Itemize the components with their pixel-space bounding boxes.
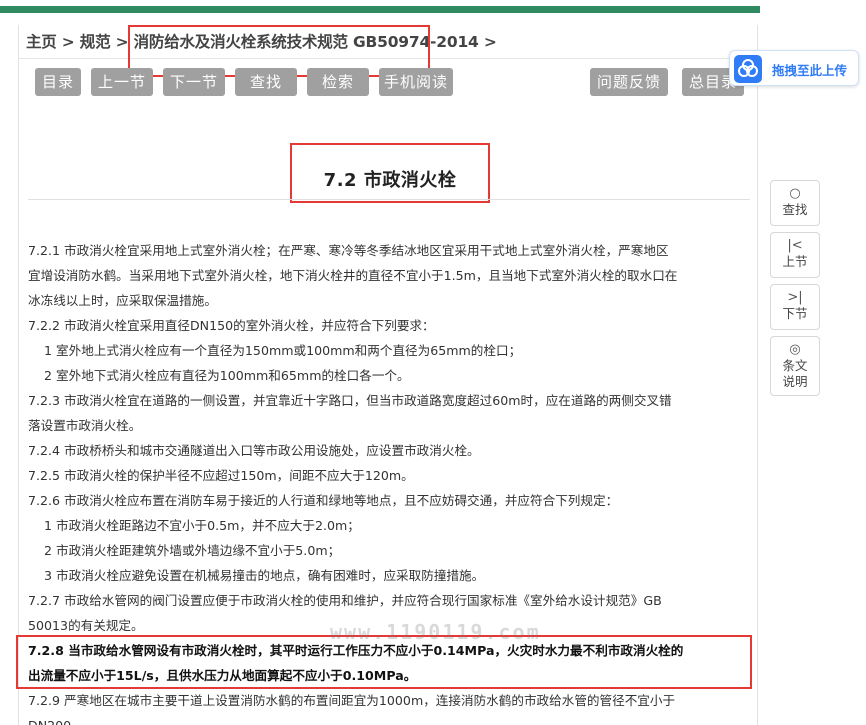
clause-line: 3 市政消火栓应避免设置在机械易撞击的地点，确有困难时，应采取防撞措施。	[44, 568, 485, 583]
clause-line: 1 市政消火栓距路边不宜小于0.5m，并不应大于2.0m；	[44, 518, 360, 533]
clause-line: 7.2.2 市政消火栓宜采用直径DN150的室外消火栓，并应符合下列要求：	[28, 318, 435, 333]
skip-next-icon: >|	[787, 290, 803, 305]
cloud-upload-icon	[734, 55, 762, 83]
side-find-button[interactable]: ○ 查找	[770, 180, 820, 226]
side-prev-button[interactable]: |< 上节	[770, 232, 820, 278]
search-icon: ○	[789, 186, 801, 201]
clause-line: 7.2.7 市政给水管网的阀门设置应便于市政消火栓的使用和维护，并应符合现行国家…	[28, 593, 662, 608]
clause-line: 7.2.6 市政消火栓应布置在消防车易于接近的人行道和绿地等地点，且不应妨碍交通…	[28, 493, 619, 508]
clause-line: 7.2.9 严寒地区在城市主要干道上设置消防水鹤的布置间距宜为1000m，连接消…	[28, 693, 676, 708]
skip-prev-icon: |<	[787, 238, 803, 253]
clause-line: 冰冻线以上时，应采取保温措施。	[28, 293, 217, 308]
next-section-button[interactable]: 下一节	[163, 68, 225, 96]
eye-icon: ◎	[789, 342, 801, 357]
clause-line: 7.2.4 市政桥桥头和城市交通隧道出入口等市政公用设施处，应设置市政消火栓。	[28, 443, 480, 458]
clause-line: 7.2.3 市政消火栓宜在道路的一侧设置，并宜靠近十字路口，但当市政道路宽度超过…	[28, 393, 672, 408]
side-find-label: 查找	[782, 202, 808, 217]
top-accent-bar	[0, 6, 760, 13]
toc-button[interactable]: 目录	[35, 68, 81, 96]
breadcrumb-home[interactable]: 主页	[26, 33, 57, 51]
side-next-button[interactable]: >| 下节	[770, 284, 820, 330]
clause-line: 落设置市政消火栓。	[28, 418, 142, 433]
side-explain-button[interactable]: ◎ 条文 说明	[770, 336, 820, 396]
feedback-button[interactable]: 问题反馈	[590, 68, 668, 96]
upload-label: 拖拽至此上传	[772, 63, 848, 78]
breadcrumb-spec[interactable]: 规范	[80, 33, 111, 51]
clause-line: 2 室外地下式消火栓应有直径为100mm和65mm的栓口各一个。	[44, 368, 410, 383]
search-button[interactable]: 检索	[307, 68, 369, 96]
mobile-read-button[interactable]: 手机阅读	[379, 68, 453, 96]
breadcrumb-sep: >	[478, 33, 497, 51]
find-button[interactable]: 查找	[235, 68, 297, 96]
clause-line: 7.2.5 市政消火栓的保护半径不应超过150m，间距不应大于120m。	[28, 468, 414, 483]
side-next-label: 下节	[782, 306, 808, 321]
clause-line: DN200。	[28, 713, 752, 725]
clause-line: 2 市政消火栓距建筑外墙或外墙边缘不宜小于5.0m；	[44, 543, 341, 558]
side-explain-label: 条文	[782, 358, 808, 373]
title-divider	[28, 199, 750, 200]
side-prev-label: 上节	[782, 254, 808, 269]
prev-section-button[interactable]: 上一节	[91, 68, 153, 96]
upload-widget[interactable]: 拖拽至此上传	[729, 50, 859, 86]
clause-line: 1 室外地上式消火栓应有一个直径为150mm或100mm和两个直径为65mm的栓…	[44, 343, 522, 358]
clause-line: 7.2.1 市政消火栓宜采用地上式室外消火栓；在严寒、寒冷等冬季结冰地区宜采用干…	[28, 243, 669, 258]
section-title: 7.2 市政消火栓	[323, 170, 457, 191]
side-explain-label: 说明	[782, 374, 808, 389]
clause-line: 宜增设消防水鹤。当采用地下式室外消火栓，地下消火栓井的直径不宜小于1.5m，且当…	[28, 268, 678, 283]
watermark: www.1190119.com	[330, 620, 541, 644]
breadcrumb-sep: >	[56, 33, 80, 51]
